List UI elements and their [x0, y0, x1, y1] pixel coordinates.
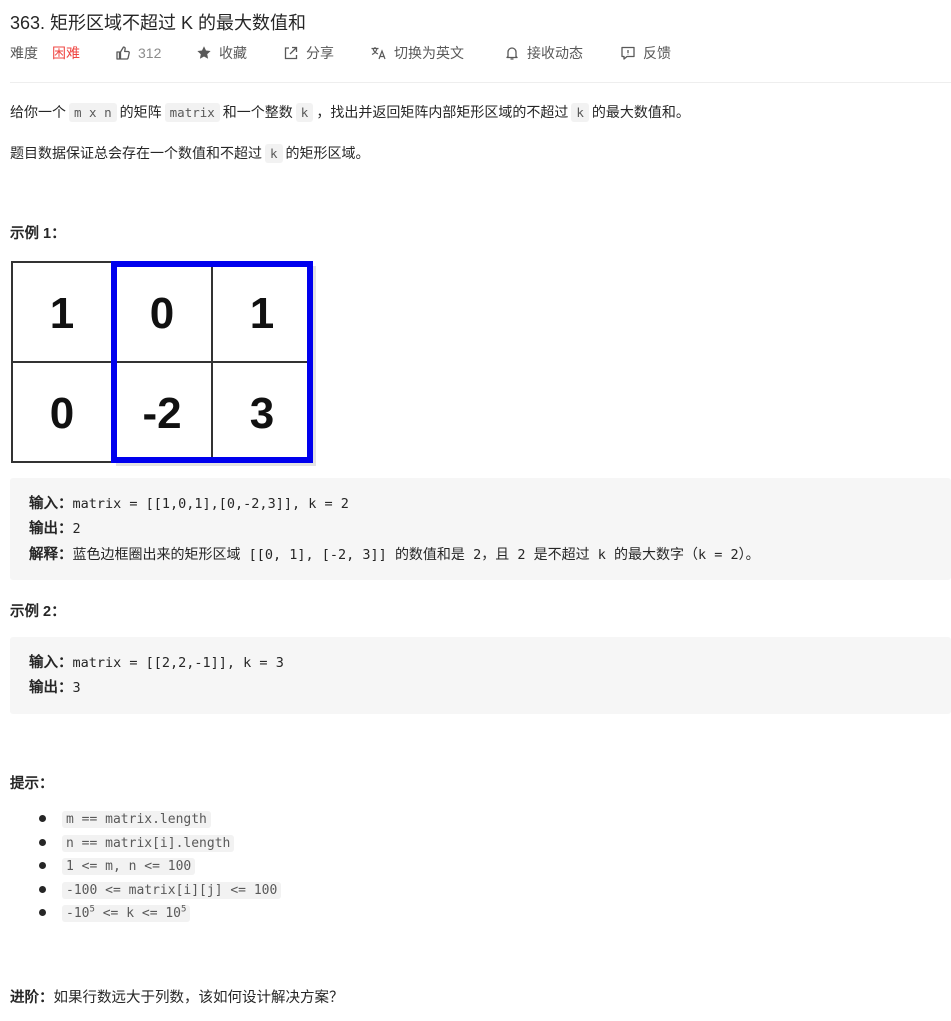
star-icon: [197, 46, 211, 59]
notify-button[interactable]: 接收动态: [504, 43, 583, 63]
example-1-matrix-image: 1 0 1 0 -2 3: [11, 261, 316, 466]
favorite-label: 收藏: [219, 45, 247, 61]
input-value: matrix = [[1,0,1],[0,-2,3]], k = 2: [72, 496, 349, 512]
matrix-cell-value: -2: [142, 389, 181, 438]
inline-code: k: [571, 103, 589, 122]
share-label: 分享: [306, 45, 334, 61]
thumbs-up-icon: [116, 46, 130, 60]
text: 是不超过: [533, 546, 590, 562]
text: 蓝色边框圈出来的矩形区域: [72, 546, 241, 562]
hint-code: -105 <= k <= 105: [62, 904, 191, 922]
example-1-explain-line: 解释：蓝色边框圈出来的矩形区域 [[0, 1], [-2, 3]] 的数值和是 …: [29, 544, 760, 565]
like-count: 312: [138, 45, 162, 61]
code-text: [[0, 1], [-2, 3]]: [240, 547, 395, 563]
feedback-label: 反馈: [643, 45, 671, 61]
explain-label: 解释：: [29, 547, 73, 563]
inline-code: k: [265, 144, 283, 163]
text: ，且: [481, 546, 510, 562]
hint-item: -100 <= matrix[i][j] <= 100: [10, 881, 282, 905]
inline-code: k: [295, 103, 314, 122]
text: ）。: [738, 546, 760, 562]
text: 的矩形区域。: [285, 145, 370, 161]
output-value: 3: [72, 680, 81, 696]
description-paragraph-1: 给你一个 m x n 的矩阵 matrix 和一个整数 k ，找出并返回矩阵内部矩形区域的不…: [10, 102, 690, 123]
example-2-output-line: 输出：3: [29, 678, 81, 698]
description-paragraph-2: 题目数据保证总会存在一个数值和不超过 k 的矩形区域。: [10, 143, 370, 164]
hint-code: n == matrix[i].length: [62, 834, 235, 852]
hints-list: m == matrix.length n == matrix[i].length…: [10, 810, 282, 928]
inline-code: m x n: [69, 103, 117, 122]
code-text: 2: [464, 547, 482, 563]
switch-language-label: 切换为英文: [394, 45, 464, 61]
text: <= k <= 10: [94, 906, 181, 921]
bell-icon: [506, 47, 518, 60]
code-text: k: [589, 547, 614, 563]
output-label: 输出：: [29, 680, 73, 696]
text: 和一个整数: [222, 104, 293, 120]
output-value: 2: [72, 521, 81, 537]
header-divider: [10, 82, 951, 83]
notify-label: 接收动态: [527, 45, 583, 61]
translate-icon: [371, 47, 386, 60]
advanced-paragraph: 进阶：如果行数远大于列数，该如何设计解决方案？: [10, 988, 344, 1008]
code-text: 2: [509, 547, 534, 563]
example-1-input-line: 输入：matrix = [[1,0,1],[0,-2,3]], k = 2: [29, 494, 349, 514]
matrix-cell-value: 1: [50, 289, 74, 338]
example-2-code-block: 输入：matrix = [[2,2,-1]], k = 3 输出：3: [10, 637, 951, 714]
switch-language-button[interactable]: 切换为英文: [370, 43, 464, 63]
favorite-button[interactable]: 收藏: [196, 43, 247, 63]
example-2-heading: 示例 2：: [10, 604, 66, 620]
advanced-label: 进阶：: [10, 990, 54, 1006]
example-1-code-block: 输入：matrix = [[1,0,1],[0,-2,3]], k = 2 输出…: [10, 478, 951, 580]
text: 题目数据保证总会存在一个数值和不超过: [10, 145, 262, 161]
text: 的数值和是: [394, 546, 465, 562]
output-label: 输出：: [29, 521, 73, 537]
input-label: 输入：: [29, 496, 73, 512]
text: ，找出并返回矩阵内部矩形区域的不超过: [316, 104, 569, 120]
feedback-button[interactable]: 反馈: [620, 43, 671, 63]
matrix-cell-value: 0: [150, 289, 174, 338]
matrix-cell-value: 3: [250, 389, 274, 438]
text: 的矩阵: [119, 104, 162, 120]
hint-item: m == matrix.length: [10, 810, 281, 834]
matrix-cell-value: 1: [250, 289, 274, 338]
feedback-icon: [621, 46, 635, 60]
hints-heading: 提示：: [10, 776, 54, 792]
input-value: matrix = [[2,2,-1]], k = 3: [72, 655, 284, 671]
example-1-heading: 示例 1：: [10, 226, 66, 242]
matrix-cell-value: 0: [50, 389, 74, 438]
superscript: 5: [181, 904, 187, 915]
hint-code: -100 <= matrix[i][j] <= 100: [62, 881, 282, 899]
hint-item: n == matrix[i].length: [10, 834, 281, 858]
difficulty-label: 难度: [10, 45, 38, 61]
advanced-text: 如果行数远大于列数，该如何设计解决方案？: [53, 990, 344, 1006]
example-2-input-line: 输入：matrix = [[2,2,-1]], k = 3: [29, 653, 284, 673]
difficulty-badge: 困难: [52, 45, 80, 61]
inline-code: matrix: [164, 103, 220, 122]
share-button[interactable]: 分享: [283, 43, 334, 63]
text: 的最大数字（: [613, 546, 698, 562]
text: 的最大数值和。: [591, 104, 690, 120]
hint-item: -105 <= k <= 105: [10, 904, 281, 928]
problem-title: 363. 矩形区域不超过 K 的最大数值和: [10, 13, 307, 33]
hint-code: m == matrix.length: [62, 811, 211, 828]
share-icon: [284, 46, 298, 60]
text: 给你一个: [10, 104, 66, 120]
hint-code: 1 <= m, n <= 100: [62, 858, 196, 875]
input-label: 输入：: [29, 655, 73, 671]
example-1-output-line: 输出：2: [29, 519, 81, 539]
text: -10: [66, 906, 90, 921]
code-text: k = 2: [697, 547, 739, 563]
hint-item: 1 <= m, n <= 100: [10, 857, 281, 881]
like-button[interactable]: 312: [115, 43, 161, 63]
